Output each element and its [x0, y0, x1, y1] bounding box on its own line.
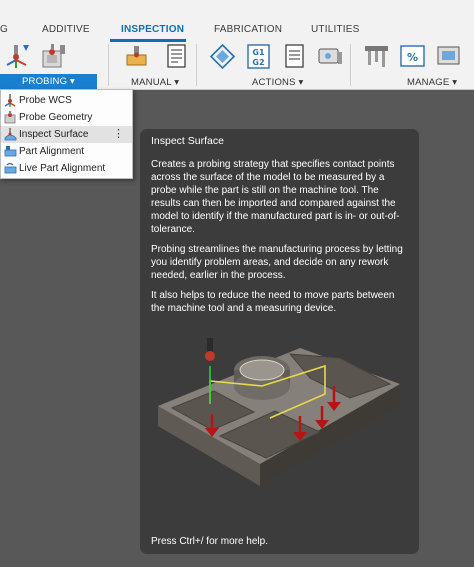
- more-options-icon[interactable]: ⋮: [113, 126, 124, 142]
- menu-item-label: Probe WCS: [19, 95, 72, 106]
- tooltip-paragraph: Probing streamlines the manufacturing pr…: [151, 244, 403, 281]
- group-separator: [196, 44, 197, 86]
- live-part-alignment-icon: [4, 162, 17, 175]
- part-alignment-icon: [4, 145, 17, 158]
- menu-item-label: Probe Geometry: [19, 112, 93, 123]
- group-separator: [350, 44, 351, 86]
- inspect-surface-illustration: [150, 336, 410, 506]
- tab-inspection[interactable]: INSPECTION: [121, 24, 184, 35]
- toolbar: G ADDITIVE INSPECTION FABRICATION UTILIT…: [0, 0, 474, 90]
- template-library-icon[interactable]: %: [399, 43, 426, 70]
- probing-menu: Probe WCS Probe Geometry Inspect Surface…: [0, 89, 133, 179]
- tooltip-title: Inspect Surface: [151, 135, 224, 147]
- manual-group-dropdown[interactable]: MANUAL ▾: [131, 77, 179, 88]
- tab-fabrication[interactable]: FABRICATION: [214, 24, 282, 35]
- menu-item-label: Part Alignment: [19, 146, 85, 157]
- inspection-report-tool-icon[interactable]: [163, 43, 190, 70]
- menu-item-live-part-alignment[interactable]: Live Part Alignment: [1, 160, 132, 177]
- svg-text:G1: G1: [252, 48, 265, 57]
- menu-item-probe-wcs[interactable]: Probe WCS: [1, 92, 132, 109]
- probe-geometry-tool-icon[interactable]: [40, 43, 67, 70]
- menu-item-probe-geometry[interactable]: Probe Geometry: [1, 109, 132, 126]
- menu-item-label: Live Part Alignment: [19, 163, 106, 174]
- machine-tool-icon[interactable]: [317, 43, 344, 70]
- active-tab-indicator: [110, 39, 186, 42]
- svg-text:G2: G2: [252, 58, 264, 67]
- simulate-tool-icon[interactable]: [209, 43, 236, 70]
- manage-group-dropdown[interactable]: MANAGE ▾: [407, 77, 457, 88]
- tab-manufacturing[interactable]: G: [0, 24, 8, 35]
- post-process-tool-icon[interactable]: G1 G2: [245, 43, 272, 70]
- menu-item-inspect-surface[interactable]: Inspect Surface ⋮: [1, 126, 132, 143]
- probing-group-dropdown[interactable]: PROBING ▾: [0, 74, 97, 90]
- tool-library-icon[interactable]: [363, 43, 390, 70]
- machine-library-icon[interactable]: [435, 43, 462, 70]
- probe-wcs-tool-icon[interactable]: [4, 43, 31, 70]
- probe-wcs-icon: [4, 94, 17, 107]
- inspect-surface-icon: [4, 128, 17, 141]
- group-separator: [108, 44, 109, 86]
- probe-geometry-icon: [4, 111, 17, 124]
- tooltip-help-hint: Press Ctrl+/ for more help.: [151, 536, 268, 547]
- tooltip-paragraph: It also helps to reduce the need to move…: [151, 290, 395, 314]
- svg-text:%: %: [407, 51, 418, 64]
- tooltip-paragraph: Creates a probing strategy that specifie…: [151, 159, 400, 235]
- menu-item-label: Inspect Surface: [19, 129, 89, 140]
- tab-utilities[interactable]: UTILITIES: [311, 24, 359, 35]
- manual-probe-tool-icon[interactable]: [123, 43, 150, 70]
- menu-item-part-alignment[interactable]: Part Alignment: [1, 143, 132, 160]
- inspect-surface-tooltip: Inspect Surface Creates a probing strate…: [140, 129, 419, 554]
- tab-additive[interactable]: ADDITIVE: [42, 24, 90, 35]
- actions-group-dropdown[interactable]: ACTIONS ▾: [252, 77, 303, 88]
- setup-sheet-tool-icon[interactable]: [281, 43, 308, 70]
